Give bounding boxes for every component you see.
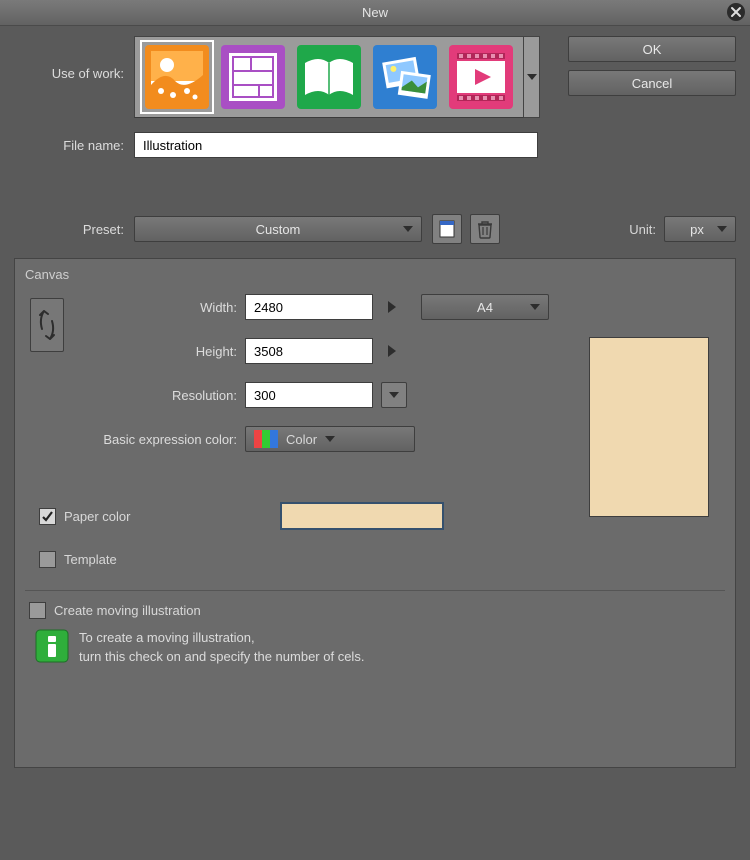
width-menu-button[interactable] xyxy=(381,294,403,320)
close-button[interactable] xyxy=(726,2,746,22)
preset-value: Custom xyxy=(256,222,301,237)
trash-icon xyxy=(476,219,494,239)
chevron-down-icon xyxy=(717,226,727,232)
photo-icon xyxy=(373,45,437,109)
work-type-animation[interactable] xyxy=(445,41,517,113)
unit-label: Unit: xyxy=(629,222,664,237)
work-type-book[interactable] xyxy=(293,41,365,113)
save-preset-button[interactable] xyxy=(432,214,462,244)
unit-value: px xyxy=(690,222,704,237)
resolution-input[interactable] xyxy=(245,382,373,408)
use-of-work-label: Use of work: xyxy=(14,36,134,81)
work-type-strip xyxy=(134,36,524,118)
chevron-right-icon xyxy=(388,301,396,313)
ok-button[interactable]: OK xyxy=(568,36,736,62)
basic-expr-label: Basic expression color: xyxy=(69,432,245,447)
preset-label: Preset: xyxy=(14,222,134,237)
chevron-down-icon xyxy=(389,392,399,398)
book-icon xyxy=(297,45,361,109)
close-icon xyxy=(726,2,746,22)
paper-color-checkbox[interactable] xyxy=(39,508,56,525)
chevron-right-icon xyxy=(388,345,396,357)
comic-icon xyxy=(221,45,285,109)
create-moving-checkbox[interactable] xyxy=(29,602,46,619)
title-bar: New xyxy=(0,0,750,26)
expression-color-value: Color xyxy=(286,432,317,447)
swap-dimensions-button[interactable] xyxy=(30,298,64,352)
check-icon xyxy=(41,510,54,523)
work-type-dropdown[interactable] xyxy=(524,36,540,118)
preset-combo[interactable]: Custom xyxy=(134,216,422,242)
illustration-icon xyxy=(145,45,209,109)
work-type-comic[interactable] xyxy=(217,41,289,113)
paper-color-swatch[interactable] xyxy=(280,502,444,530)
canvas-group-title: Canvas xyxy=(25,267,725,282)
template-label: Template xyxy=(64,552,117,567)
separator xyxy=(25,590,725,591)
chevron-down-icon xyxy=(527,74,537,80)
chevron-down-icon xyxy=(325,436,335,442)
width-label: Width: xyxy=(69,300,245,315)
delete-preset-button[interactable] xyxy=(470,214,500,244)
resolution-dropdown-button[interactable] xyxy=(381,382,407,408)
canvas-preview xyxy=(589,337,709,517)
create-moving-label: Create moving illustration xyxy=(54,603,201,618)
file-name-label: File name: xyxy=(14,138,134,153)
template-checkbox[interactable] xyxy=(39,551,56,568)
info-text: To create a moving illustration, turn th… xyxy=(79,629,364,667)
work-type-photo[interactable] xyxy=(369,41,441,113)
width-input[interactable] xyxy=(245,294,373,320)
rgb-swatch-icon xyxy=(254,430,278,448)
page-icon xyxy=(437,219,457,239)
height-label: Height: xyxy=(69,344,245,359)
paper-size-value: A4 xyxy=(477,300,493,315)
animation-icon xyxy=(449,45,513,109)
cancel-button[interactable]: Cancel xyxy=(568,70,736,96)
info-icon xyxy=(35,629,69,663)
unit-combo[interactable]: px xyxy=(664,216,736,242)
canvas-group: Canvas Width: xyxy=(14,258,736,768)
paper-color-label: Paper color xyxy=(64,509,130,524)
paper-size-combo[interactable]: A4 xyxy=(421,294,549,320)
dialog-title: New xyxy=(362,5,388,20)
chevron-down-icon xyxy=(403,226,413,232)
file-name-input[interactable] xyxy=(134,132,538,158)
info-line1: To create a moving illustration, xyxy=(79,629,364,648)
work-type-illustration[interactable] xyxy=(141,41,213,113)
height-input[interactable] xyxy=(245,338,373,364)
expression-color-combo[interactable]: Color xyxy=(245,426,415,452)
info-line2: turn this check on and specify the numbe… xyxy=(79,648,364,667)
chevron-down-icon xyxy=(530,304,540,310)
height-menu-button[interactable] xyxy=(381,338,403,364)
swap-arrows-icon xyxy=(36,305,58,345)
resolution-label: Resolution: xyxy=(69,388,245,403)
